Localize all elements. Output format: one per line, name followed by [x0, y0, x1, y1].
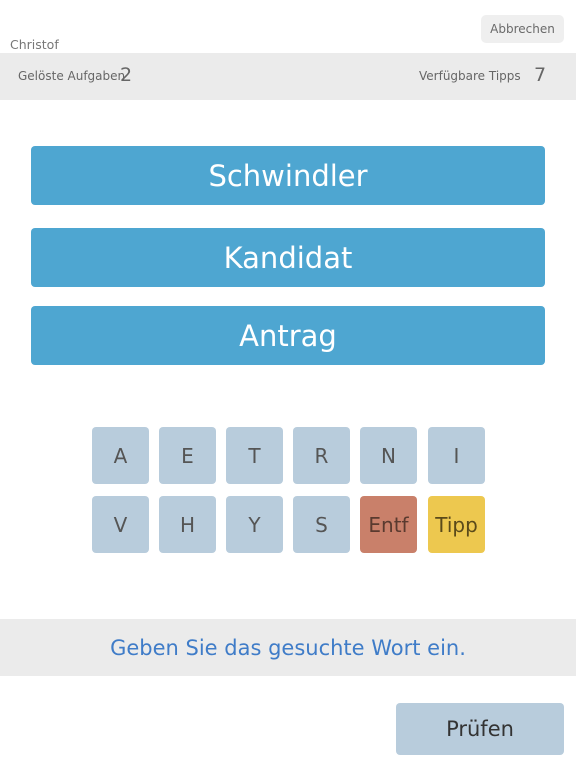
solved-tasks-count: 2	[120, 64, 133, 86]
key-e[interactable]: E	[159, 427, 216, 484]
key-n[interactable]: N	[360, 427, 417, 484]
hint-button[interactable]: Tipp	[428, 496, 485, 553]
key-h[interactable]: H	[159, 496, 216, 553]
delete-button[interactable]: Entf	[360, 496, 417, 553]
key-i[interactable]: I	[428, 427, 485, 484]
available-tips-count: 7	[534, 64, 547, 86]
cancel-button[interactable]: Abbrechen	[481, 15, 564, 43]
key-s[interactable]: S	[293, 496, 350, 553]
key-v[interactable]: V	[92, 496, 149, 553]
username-label: Christof	[10, 37, 59, 52]
available-tips-label: Verfügbare Tipps	[419, 69, 521, 83]
solved-tasks-label: Gelöste Aufgaben	[18, 69, 126, 83]
word-button-3[interactable]: Antrag	[31, 306, 545, 365]
instruction-message: Geben Sie das gesuchte Wort ein.	[0, 619, 576, 676]
key-t[interactable]: T	[226, 427, 283, 484]
check-button[interactable]: Prüfen	[396, 703, 564, 755]
word-button-2[interactable]: Kandidat	[31, 228, 545, 287]
word-button-1[interactable]: Schwindler	[31, 146, 545, 205]
key-r[interactable]: R	[293, 427, 350, 484]
key-a[interactable]: A	[92, 427, 149, 484]
key-y[interactable]: Y	[226, 496, 283, 553]
